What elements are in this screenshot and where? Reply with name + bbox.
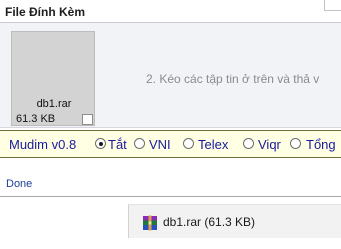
panel-corner-divider <box>324 0 341 11</box>
winrar-archive-icon <box>143 215 157 231</box>
mudim-radio-telex[interactable] <box>183 138 194 149</box>
attachment-select-checkbox[interactable] <box>82 114 93 125</box>
download-file-label: db1.rar (61.3 KB) <box>163 215 256 229</box>
mudim-label: Mudim v0.8 <box>9 137 77 152</box>
mudim-option-off-label[interactable]: Tắt <box>108 137 127 152</box>
mudim-option-telex-label[interactable]: Telex <box>198 137 228 152</box>
mudim-input-toolbar: Mudim v0.8 Tắt VNI Telex Viqr Tổng <box>0 130 341 158</box>
attachment-thumbnail[interactable]: db1.rar 61.3 KB <box>11 31 95 126</box>
attachment-file-size: 61.3 KB <box>16 113 56 125</box>
download-item[interactable]: db1.rar (61.3 KB) <box>128 204 341 238</box>
attachment-panel-title: File Đính Kèm <box>5 5 86 19</box>
mudim-option-combined-label[interactable]: Tổng <box>306 137 336 152</box>
mudim-option-viqr-label[interactable]: Viqr <box>258 137 281 152</box>
mudim-radio-combined[interactable] <box>290 138 301 149</box>
browser-status-bar: Done <box>0 176 341 197</box>
attachment-file-name: db1.rar <box>36 98 72 110</box>
attachment-panel-header: File Đính Kèm <box>0 0 341 23</box>
mudim-radio-vni[interactable] <box>134 138 145 149</box>
mudim-radio-off[interactable] <box>95 138 106 149</box>
status-text: Done <box>6 178 33 190</box>
attachment-panel: File Đính Kèm db1.rar 61.3 KB 2. Kéo các… <box>0 0 341 128</box>
mudim-radio-viqr[interactable] <box>243 138 254 149</box>
drag-drop-hint: 2. Kéo các tập tin ở trên và thả v <box>146 72 320 86</box>
mudim-option-vni-label[interactable]: VNI <box>149 137 171 152</box>
